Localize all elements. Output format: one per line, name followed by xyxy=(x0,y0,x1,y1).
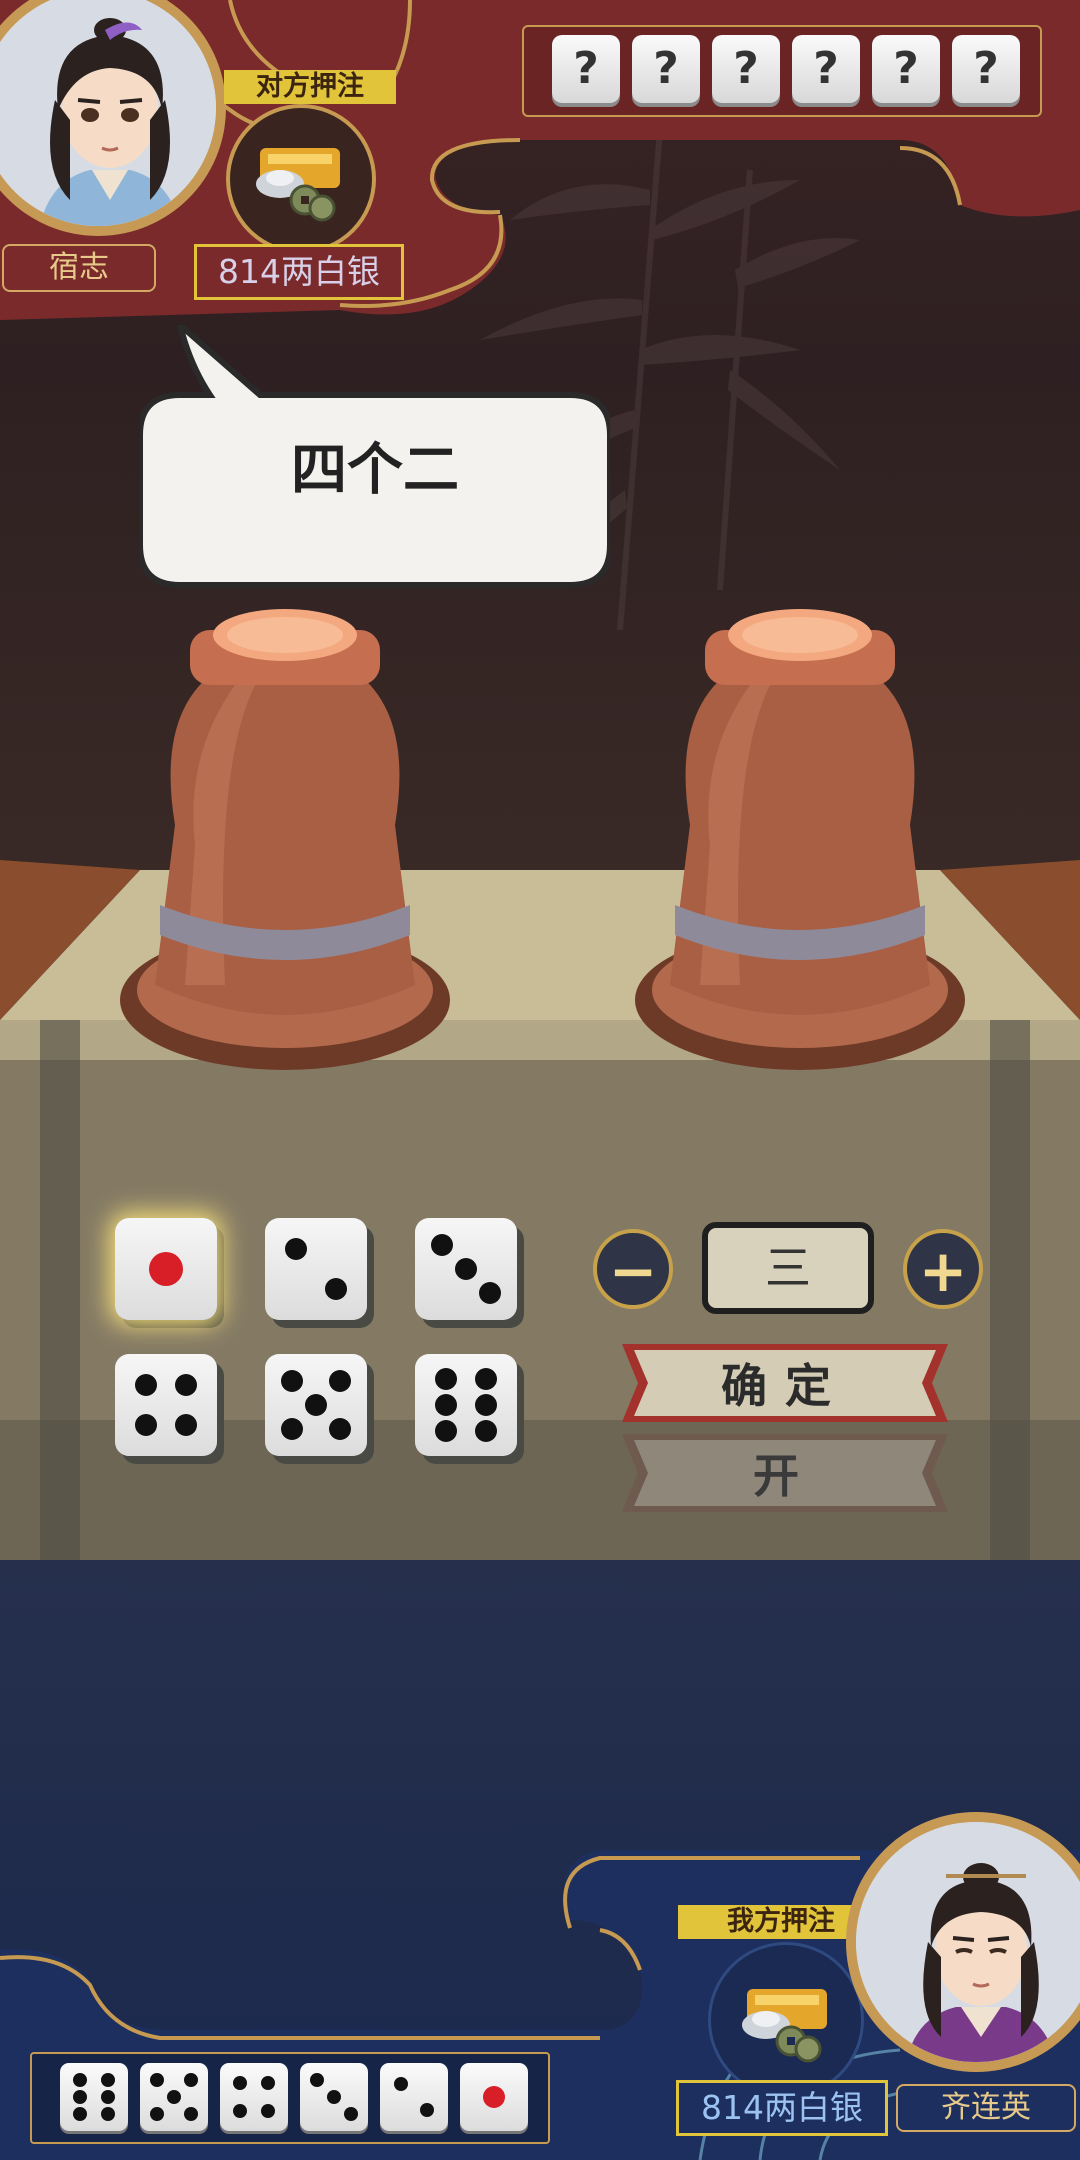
hidden-die: ? xyxy=(792,35,860,103)
opponent-bet-amount: 814两白银 xyxy=(194,244,404,300)
opponent-name: 宿志 xyxy=(2,244,156,292)
bid-count-display: 三 xyxy=(702,1222,874,1314)
face-select-5[interactable] xyxy=(265,1354,367,1456)
face-select-3[interactable] xyxy=(415,1218,517,1320)
face-select-1[interactable] xyxy=(115,1218,217,1320)
player-die-2 xyxy=(380,2063,448,2131)
hidden-die: ? xyxy=(872,35,940,103)
player-dice-tray xyxy=(30,2052,550,2144)
bubble-text: 四个二 xyxy=(291,438,459,503)
silver-ingot-coins-icon xyxy=(742,1989,827,2063)
hidden-die: ? xyxy=(632,35,700,103)
decrease-count-button[interactable]: − xyxy=(593,1229,673,1309)
player-name: 齐连英 xyxy=(896,2084,1076,2132)
confirm-button[interactable]: 确定 xyxy=(622,1350,948,1416)
face-select-6[interactable] xyxy=(415,1354,517,1456)
player-die-1 xyxy=(460,2063,528,2131)
hidden-die: ? xyxy=(712,35,780,103)
red-pip xyxy=(149,1252,183,1286)
increase-count-button[interactable]: + xyxy=(903,1229,983,1309)
face-select-4[interactable] xyxy=(115,1354,217,1456)
hidden-die: ? xyxy=(952,35,1020,103)
opponent-dice-cup xyxy=(120,609,450,1070)
opponent-bet-label: 对方押注 xyxy=(224,70,396,104)
silver-ingot-coins-icon xyxy=(256,148,340,222)
player-die-3 xyxy=(300,2063,368,2131)
opponent-hidden-dice-tray: ? ? ? ? ? ? xyxy=(522,25,1042,117)
opponent-bet-slot xyxy=(226,104,376,254)
player-bet-slot xyxy=(708,1942,864,2098)
player-die-5 xyxy=(140,2063,208,2131)
player-die-4 xyxy=(220,2063,288,2131)
face-select-2[interactable] xyxy=(265,1218,367,1320)
player-dice-cup[interactable] xyxy=(630,605,970,1085)
player-bet-amount: 814两白银 xyxy=(676,2080,888,2136)
opponent-portrait-icon xyxy=(0,0,216,226)
open-button[interactable]: 开 xyxy=(622,1440,948,1506)
player-die-6 xyxy=(60,2063,128,2131)
player-portrait-icon xyxy=(856,1822,1080,2062)
hidden-die: ? xyxy=(552,35,620,103)
